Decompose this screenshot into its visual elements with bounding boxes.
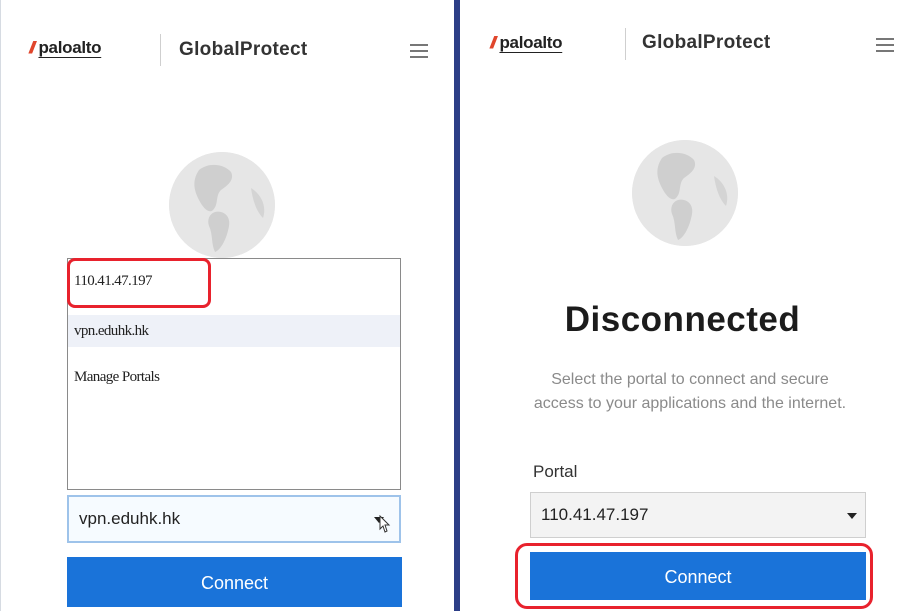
mouse-cursor-icon (379, 515, 391, 533)
globe-icon (632, 140, 738, 246)
product-title: GlobalProtect (642, 32, 771, 53)
portal-select[interactable]: 110.41.47.197 (530, 492, 866, 538)
portal-select-value: vpn.eduhk.hk (79, 509, 181, 528)
manage-portals-option[interactable]: Manage Portals (68, 361, 400, 393)
status-message: Select the portal to connect and secure … (533, 371, 847, 412)
product-title: GlobalProtect (179, 39, 308, 60)
highlight-annotation (67, 258, 211, 308)
portal-option[interactable]: vpn.eduhk.hk (68, 315, 400, 347)
right-globalprotect-window: // paloalto GlobalProtect Disconnected S… (460, 0, 905, 611)
portal-select-value: 110.41.47.197 (541, 505, 649, 524)
globe-icon (169, 152, 275, 258)
status-title: Disconnected (564, 300, 801, 339)
brand-name: paloalto (499, 33, 563, 52)
hamburger-menu-icon[interactable] (410, 44, 428, 58)
paloalto-logo: // paloalto (29, 38, 102, 58)
portal-label: Portal (533, 462, 578, 481)
header-divider (625, 28, 626, 60)
highlight-annotation (515, 543, 873, 609)
paloalto-logo-icon: // (29, 38, 36, 57)
paloalto-logo-icon: // (490, 33, 497, 52)
dropdown-caret-icon (847, 513, 857, 519)
brand-name: paloalto (38, 38, 102, 57)
left-globalprotect-window: // paloalto GlobalProtect 110.41.47.197 … (0, 0, 455, 611)
paloalto-logo: // paloalto (490, 33, 563, 53)
header-divider (160, 34, 161, 66)
hamburger-menu-icon[interactable] (876, 38, 894, 52)
portal-select[interactable]: vpn.eduhk.hk (67, 495, 401, 543)
connect-button[interactable]: Connect (67, 557, 402, 607)
